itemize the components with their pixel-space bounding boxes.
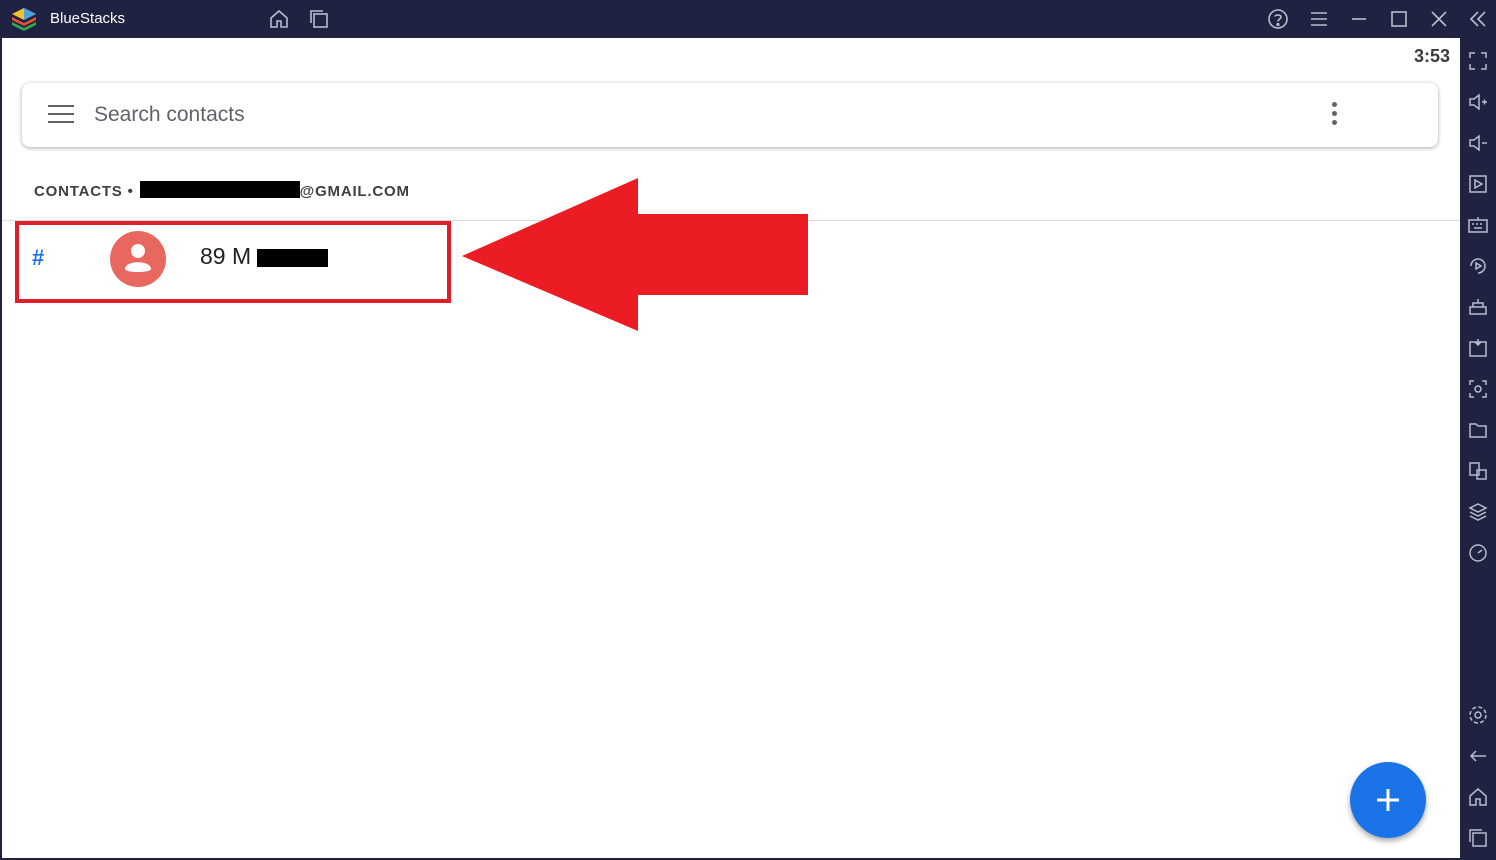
macro-icon[interactable] (1467, 255, 1489, 277)
redacted-email (139, 181, 300, 198)
status-time: 3:53 (1413, 46, 1450, 66)
performance-icon[interactable] (1467, 542, 1489, 564)
more-options-icon[interactable] (1332, 102, 1338, 128)
volume-up-icon[interactable] (1467, 91, 1489, 113)
account-prefix: CONTACTS • (34, 183, 134, 200)
bluestacks-logo (12, 8, 36, 31)
app-title: BlueStacks (50, 10, 126, 27)
add-contact-button[interactable] (1350, 762, 1426, 838)
folder-icon[interactable] (1467, 419, 1489, 441)
install-apk-icon[interactable] (1467, 337, 1489, 359)
search-bar[interactable]: Search contacts (22, 83, 1438, 147)
volume-down-icon[interactable] (1467, 132, 1489, 154)
multi-instance-icon[interactable] (308, 8, 330, 30)
fullscreen-icon[interactable] (1467, 50, 1489, 72)
keyboard-icon[interactable] (1467, 214, 1489, 236)
menu-icon[interactable] (1308, 8, 1330, 30)
title-bar: BlueStacks (0, 0, 1496, 38)
annotation-highlight-box (15, 221, 451, 303)
account-suffix: @GMAIL.COM (299, 183, 410, 200)
screen-record-icon[interactable] (1467, 173, 1489, 195)
collapse-sidebar-icon[interactable] (1467, 8, 1489, 30)
hamburger-menu-icon[interactable] (48, 105, 74, 125)
screenshot-icon[interactable] (1467, 378, 1489, 400)
layers-icon[interactable] (1467, 501, 1489, 523)
rotate-icon[interactable] (1467, 296, 1489, 318)
maximize-icon[interactable] (1388, 8, 1410, 30)
back-icon[interactable] (1467, 745, 1489, 767)
account-header: CONTACTS • @GMAIL.COM (34, 181, 410, 200)
home-icon[interactable] (1467, 786, 1489, 808)
help-icon[interactable] (1267, 8, 1289, 30)
settings-icon[interactable] (1467, 704, 1489, 726)
multi-instance-icon[interactable] (1467, 460, 1489, 482)
minimize-icon[interactable] (1348, 8, 1370, 30)
android-screen: 3:53 Search contacts CONTACTS • @GMAIL.CO… (2, 38, 1460, 858)
home-icon[interactable] (268, 8, 290, 30)
recent-apps-icon[interactable] (1467, 827, 1489, 849)
search-input[interactable]: Search contacts (94, 103, 245, 127)
close-icon[interactable] (1428, 8, 1450, 30)
annotation-arrow-icon (462, 178, 808, 331)
plus-icon (1377, 789, 1399, 811)
bluestacks-sidebar (1460, 38, 1496, 860)
